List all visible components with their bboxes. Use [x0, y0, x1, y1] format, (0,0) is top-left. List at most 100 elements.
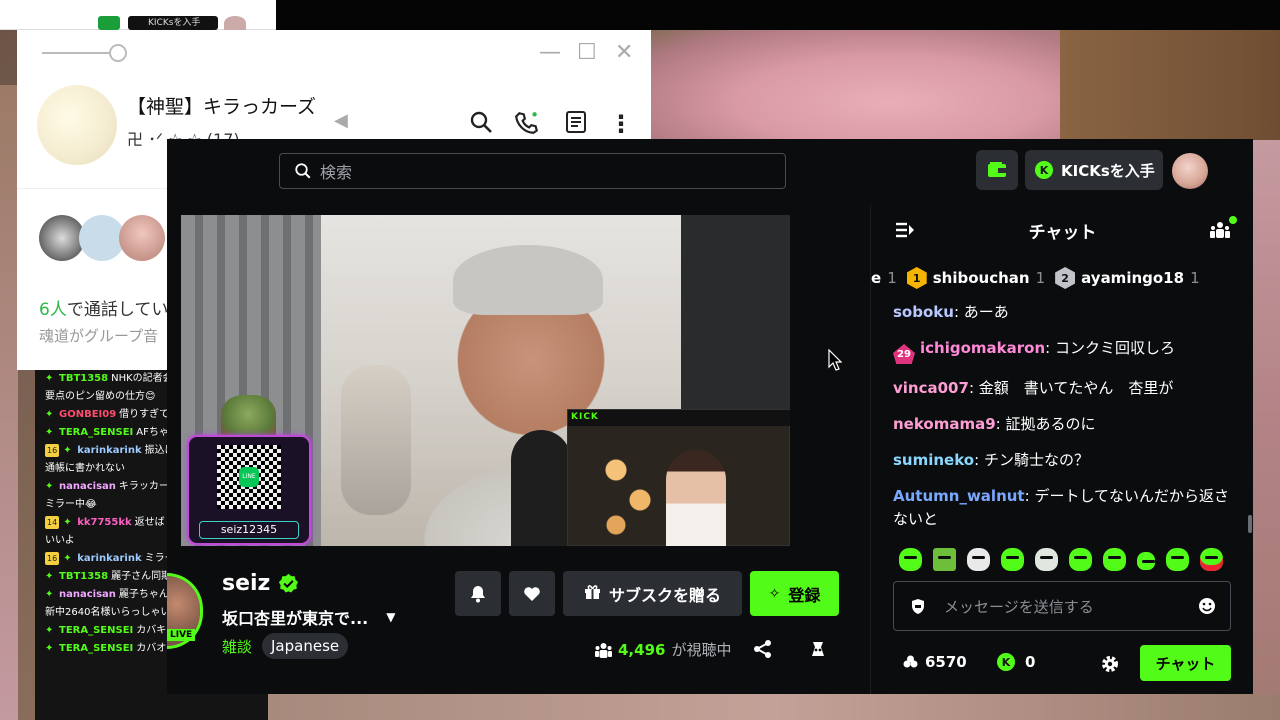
leaderboard-count: 1 — [887, 269, 897, 287]
chat-text: チン騎士なの？ — [983, 451, 1089, 469]
favorite-button[interactable] — [509, 571, 555, 616]
background-kick-window[interactable]: KICKsを入手 — [0, 0, 276, 30]
call-note: 魂道がグループ音 — [39, 327, 159, 345]
sparkle-icon: ✦ — [45, 643, 54, 654]
pip-toolbar — [568, 410, 790, 426]
comment-text: キラッカー — [118, 481, 169, 492]
comment-text: 返せば — [134, 517, 165, 528]
chevron-down-icon[interactable]: ▼ — [386, 610, 395, 624]
send-chat-button[interactable]: チャット — [1140, 645, 1231, 681]
channel-points[interactable]: 6570 — [903, 653, 967, 671]
leaderboard-count: 1 — [1035, 269, 1046, 287]
emote-icon[interactable] — [1166, 548, 1189, 571]
chat-users-icon[interactable] — [1210, 221, 1230, 239]
wallet-icon[interactable] — [98, 16, 120, 30]
video-player[interactable]: KICK LINE seiz12345 — [181, 215, 790, 546]
kicks-coin-icon: K — [997, 653, 1015, 671]
chat-username[interactable]: nekomama9 — [893, 415, 996, 433]
emote-icon[interactable] — [1069, 548, 1092, 571]
chat-message: sumineko: チン騎士なの？ — [893, 449, 1238, 472]
gift-subscription-button[interactable]: サブスクを贈る — [563, 571, 742, 616]
share-icon[interactable] — [752, 638, 774, 660]
leaderboard-name[interactable]: e — [871, 269, 881, 287]
chat-footer: 6570 K 0 チャット — [871, 645, 1254, 685]
points-icon — [903, 655, 918, 668]
emote-icon[interactable] — [1137, 552, 1155, 570]
collapse-chat-icon[interactable] — [895, 221, 915, 239]
language-tag[interactable]: Japanese — [262, 633, 349, 659]
avatar[interactable] — [224, 16, 246, 30]
emote-icon[interactable] — [1103, 548, 1126, 571]
emote-icon[interactable] — [1001, 548, 1024, 571]
viewers-icon — [595, 642, 612, 658]
kick-header: 検索 K KICKsを入手 — [167, 139, 1253, 205]
emote-icon[interactable] — [1200, 548, 1223, 571]
group-avatar[interactable] — [37, 85, 117, 165]
comment-text: 借りすぎて — [119, 409, 170, 420]
emoji-icon[interactable] — [1198, 597, 1216, 615]
notes-icon[interactable] — [565, 110, 587, 140]
comment-username: karinkarink — [77, 553, 142, 564]
right-strip — [1253, 140, 1280, 695]
video-background-person — [341, 365, 411, 515]
chat-username[interactable]: ichigomakaron — [920, 339, 1045, 357]
group-title: 【神聖】キラっカーズ — [127, 96, 317, 118]
notification-bell-button[interactable] — [455, 571, 501, 616]
call-icon[interactable] — [514, 110, 540, 142]
emote-icon[interactable] — [899, 548, 922, 571]
gear-icon[interactable] — [1100, 654, 1120, 674]
sparkle-icon: ✦ — [63, 445, 72, 456]
chat-separator: : — [1045, 339, 1055, 357]
sparkle-icon: ✦ — [45, 427, 54, 438]
chat-username[interactable]: soboku — [893, 303, 954, 321]
leaderboard-name[interactable]: shibouchan — [933, 269, 1030, 287]
clip-icon[interactable] — [807, 638, 829, 660]
comment-text: AFちゃ — [136, 427, 169, 438]
chat-panel: チャット e 1 1 shibouchan 1 2 ayamingo18 1 soboku: … — [870, 205, 1253, 694]
more-menu-icon[interactable]: ⋮ — [609, 110, 633, 138]
emote-icon[interactable] — [933, 548, 956, 571]
sparkle-icon: ✦ — [45, 571, 54, 582]
chat-username[interactable]: Autumn_walnut — [893, 487, 1025, 505]
kicks-balance[interactable]: K 0 — [997, 653, 1035, 671]
chat-username[interactable]: vinca007 — [893, 379, 969, 397]
emote-icon[interactable] — [967, 548, 990, 571]
stream-title[interactable]: 坂口杏里が東京で... ▼ — [222, 605, 395, 629]
search-placeholder: 検索 — [320, 163, 353, 182]
sparkle-icon: ✦ — [45, 409, 54, 420]
live-badge: LIVE — [167, 629, 196, 641]
video-streamer-hair — [453, 245, 603, 315]
user-avatar[interactable] — [1172, 153, 1208, 189]
wallet-button[interactable] — [976, 150, 1018, 190]
chat-title: チャット — [1028, 222, 1097, 243]
chat-input-placeholder: メッセージを送信する — [944, 597, 1094, 616]
search-input[interactable]: 検索 — [279, 153, 786, 189]
get-kicks-button[interactable]: K KICKsを入手 — [1025, 150, 1163, 190]
kicks-mini-button[interactable]: KICKsを入手 — [128, 16, 218, 30]
picture-in-picture-stream: KICK — [567, 409, 790, 546]
comment-username: GONBEI09 — [59, 409, 117, 420]
emote-icon[interactable] — [1035, 548, 1058, 571]
chat-message-input[interactable]: メッセージを送信する — [893, 581, 1231, 631]
search-icon[interactable] — [469, 110, 493, 140]
chat-scrollbar[interactable] — [1248, 515, 1252, 533]
kick-window: 検索 K KICKsを入手 KICK LINE seiz12345 LIVE s… — [167, 139, 1253, 694]
member-avatar[interactable] — [119, 215, 165, 261]
sparkle-icon: ✦ — [45, 625, 54, 636]
gift-leaderboard[interactable]: e 1 1 shibouchan 1 2 ayamingo18 1 — [871, 263, 1254, 293]
channel-name[interactable]: seiz — [222, 571, 299, 596]
heart-icon — [524, 586, 540, 601]
leaderboard-name[interactable]: ayamingo18 — [1081, 269, 1184, 287]
close-icon[interactable]: ✕ — [615, 40, 633, 65]
shield-icon[interactable] — [910, 598, 926, 615]
minimize-icon[interactable]: — — [539, 40, 561, 65]
follow-button[interactable]: ✧ 登録 — [750, 571, 839, 616]
category-link[interactable]: 雑談 — [222, 636, 252, 657]
chat-username[interactable]: sumineko — [893, 451, 974, 469]
viewer-count-number: 4,496 — [618, 640, 666, 659]
rank-badge-icon: 2 — [1055, 267, 1076, 289]
speaker-icon[interactable]: ◀ — [334, 110, 348, 131]
volume-slider-knob[interactable] — [109, 44, 127, 62]
comment-username: kk7755kk — [77, 517, 132, 528]
maximize-icon[interactable]: ☐ — [577, 40, 597, 65]
